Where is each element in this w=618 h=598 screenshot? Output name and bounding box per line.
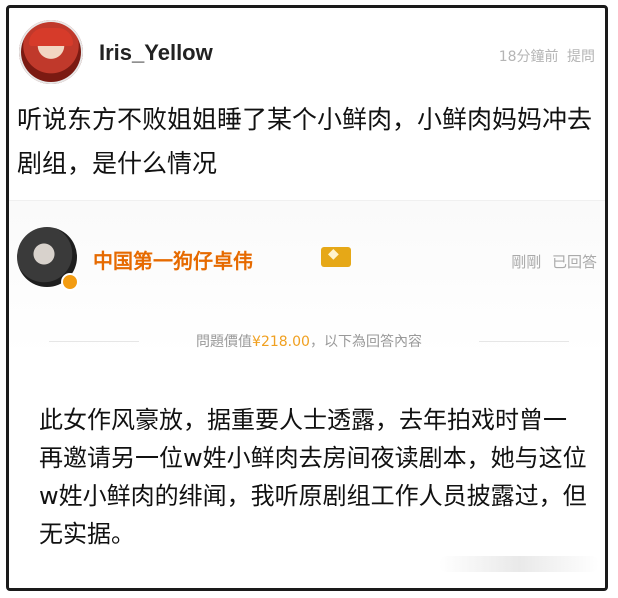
answer-meta: 剛剛 已回答 — [505, 251, 597, 272]
price-divider: 問題價值¥218.00，以下為回答內容 — [49, 331, 569, 351]
divider-line-right — [479, 341, 569, 342]
fade-overlay — [439, 556, 599, 572]
answer-text: 此女作风豪放，据重要人士透露，去年拍戏时曾一再邀请另一位w姓小鲜肉去房间夜读剧本… — [39, 406, 587, 548]
question-meta: 18分鐘前 提問 — [495, 46, 595, 66]
vip-crown-icon — [321, 246, 351, 267]
question-time: 18分鐘前 — [498, 49, 559, 65]
price-label: 問題價值 — [196, 334, 253, 350]
price-suffix: ，以下為回答內容 — [309, 334, 422, 350]
asker-avatar[interactable] — [19, 20, 83, 84]
answer-time: 剛剛 — [511, 253, 542, 271]
answerer-username[interactable]: 中国第一狗仔卓伟 — [93, 245, 253, 274]
question-header: Iris_Yellow 18分鐘前 提問 — [19, 20, 599, 84]
divider-line-left — [49, 341, 139, 342]
question-text: 听说东方不败姐姐睡了某个小鲜肉，小鲜肉妈妈冲去剧组，是什么情况 — [17, 105, 593, 178]
answer-card: 中国第一狗仔卓伟 剛剛 已回答 問題價值¥218.00，以下為回答內容 此女作风… — [9, 200, 605, 588]
screenshot-frame: Iris_Yellow 18分鐘前 提問 听说东方不败姐姐睡了某个小鲜肉，小鲜肉… — [6, 5, 608, 591]
price-value: ¥218.00 — [252, 334, 310, 350]
question-action: 提問 — [567, 49, 595, 65]
verified-badge-icon — [61, 273, 79, 291]
asker-username[interactable]: Iris_Yellow — [99, 40, 213, 66]
answer-status: 已回答 — [551, 253, 597, 271]
